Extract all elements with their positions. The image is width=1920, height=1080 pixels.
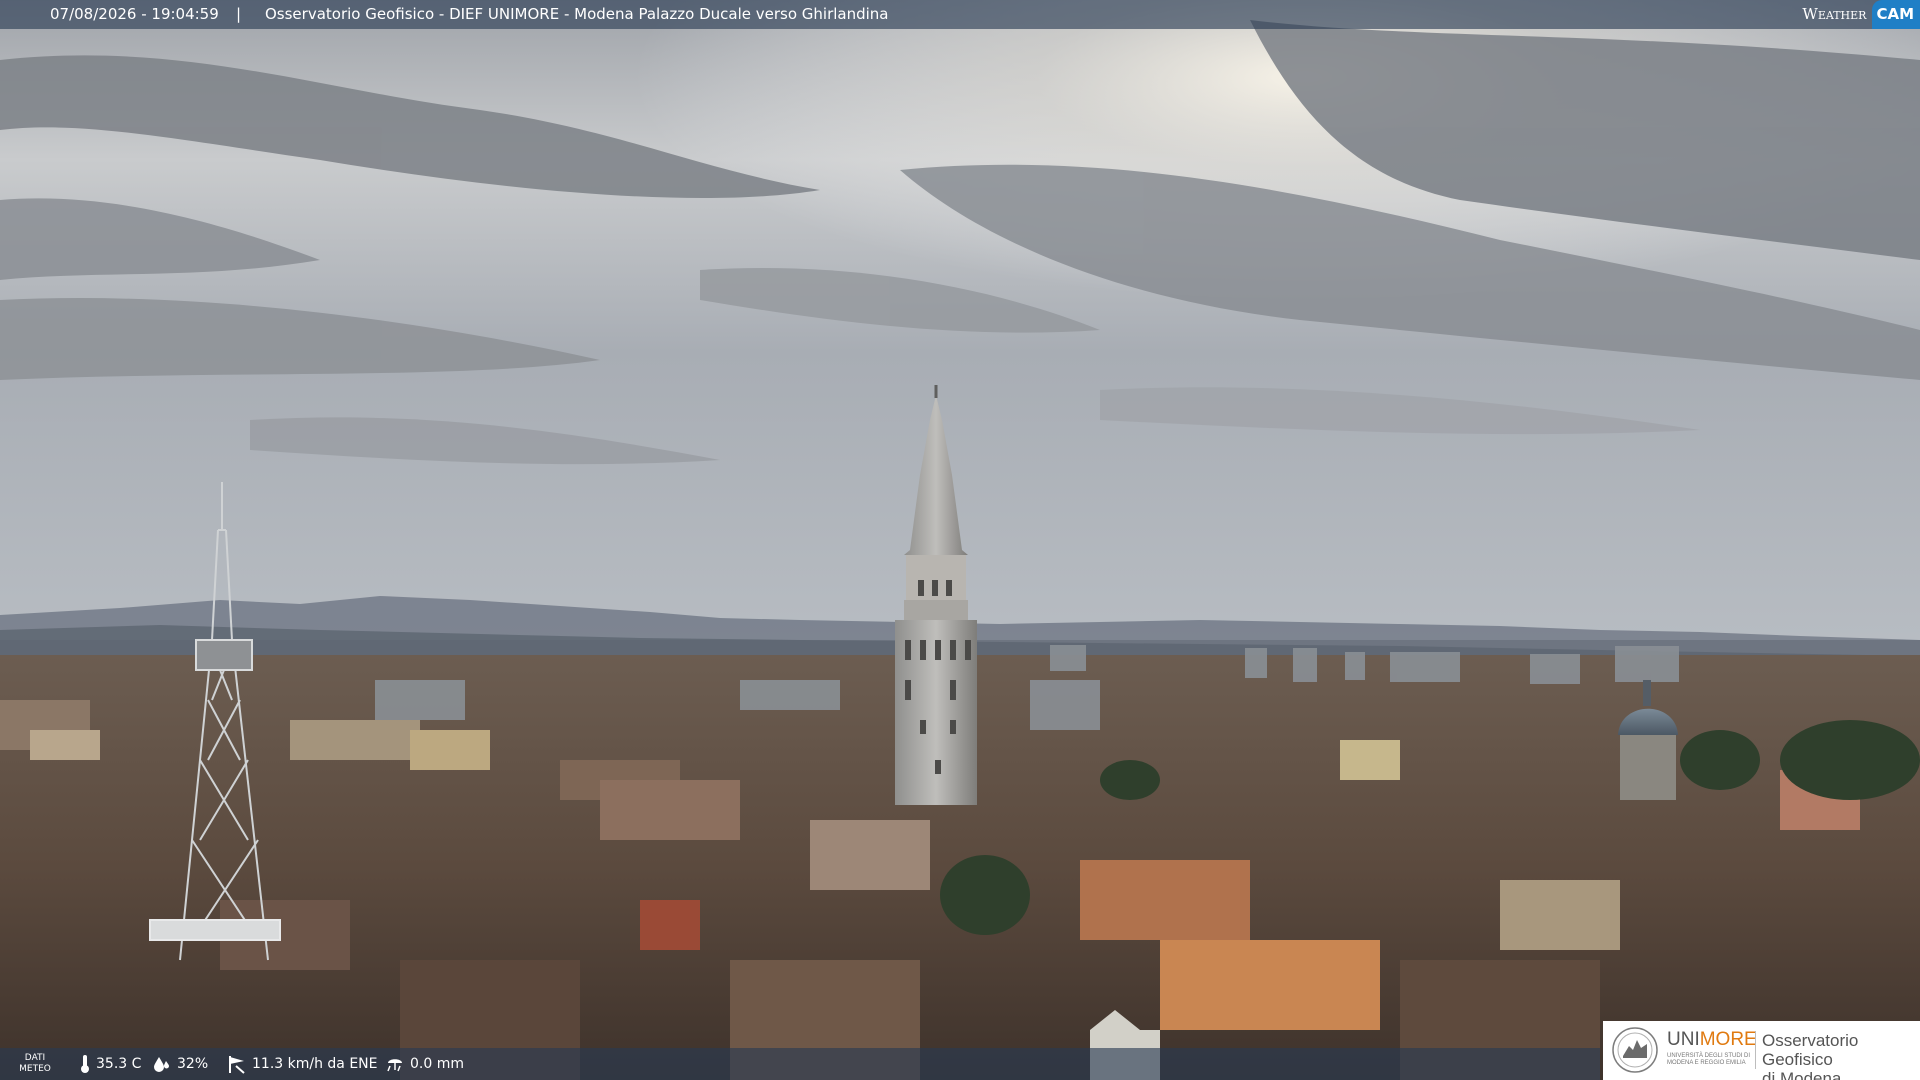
- wind-value: 11.3 km/h da ENE: [252, 1056, 378, 1072]
- weather-label: DATI METEO: [18, 1053, 52, 1075]
- brand-cam: CAM: [1872, 0, 1920, 29]
- webcam-view: 07/08/2026 - 19:04:59 | Osservatorio Geo…: [0, 0, 1920, 1080]
- university-name-line1: UNIVERSITÀ DEGLI STUDI DI: [1667, 1053, 1751, 1059]
- brand-weather: Weather: [1802, 5, 1867, 23]
- unimore-prefix: UNI: [1667, 1029, 1700, 1050]
- humidity-reading: 32%: [153, 1048, 208, 1080]
- temperature-reading: 35.3 C: [80, 1048, 141, 1080]
- thermometer-icon: [81, 1055, 89, 1073]
- university-name: UNIVERSITÀ DEGLI STUDI DI MODENA E REGGI…: [1667, 1053, 1753, 1067]
- unimore-logo-panel: UNIMORE UNIVERSITÀ DEGLI STUDI DI MODENA…: [1603, 1021, 1920, 1080]
- timestamp: 07/08/2026 - 19:04:59: [50, 5, 219, 23]
- humidity-drop-icon: [154, 1057, 169, 1072]
- university-seal-icon: [1612, 1027, 1658, 1073]
- rain-value: 0.0 mm: [410, 1056, 464, 1072]
- wind-icon: [229, 1056, 245, 1074]
- unimore-wordmark: UNIMORE: [1667, 1030, 1757, 1050]
- wind-reading: 11.3 km/h da ENE: [226, 1048, 378, 1080]
- rain-icon: [387, 1059, 402, 1072]
- weather-label-line2: METEO: [19, 1064, 51, 1074]
- rain-reading: 0.0 mm: [386, 1048, 464, 1080]
- temperature-value: 35.3 C: [96, 1056, 142, 1072]
- unimore-suffix: MORE: [1699, 1029, 1757, 1050]
- observatory-name-line2: di Modena: [1762, 1069, 1842, 1080]
- humidity-value: 32%: [177, 1056, 209, 1072]
- weathercam-logo: Weather CAM: [1802, 0, 1920, 29]
- observatory-name-line1: Osservatorio Geofisico: [1762, 1031, 1859, 1069]
- logo-divider: [1755, 1031, 1756, 1069]
- university-name-line2: MODENA E REGGIO EMILIA: [1667, 1060, 1746, 1066]
- separator: |: [236, 5, 242, 23]
- webcam-photo: [0, 0, 1920, 1080]
- top-info-bar: 07/08/2026 - 19:04:59 | Osservatorio Geo…: [0, 0, 1920, 29]
- camera-title: Osservatorio Geofisico - DIEF UNIMORE - …: [265, 5, 889, 23]
- weather-label-line1: DATI: [24, 1053, 46, 1063]
- observatory-name: Osservatorio Geofisico di Modena: [1762, 1031, 1920, 1080]
- weather-data-bar: DATI METEO 35.3 C 32% 11.3 km/h da ENE 0…: [0, 1048, 1600, 1080]
